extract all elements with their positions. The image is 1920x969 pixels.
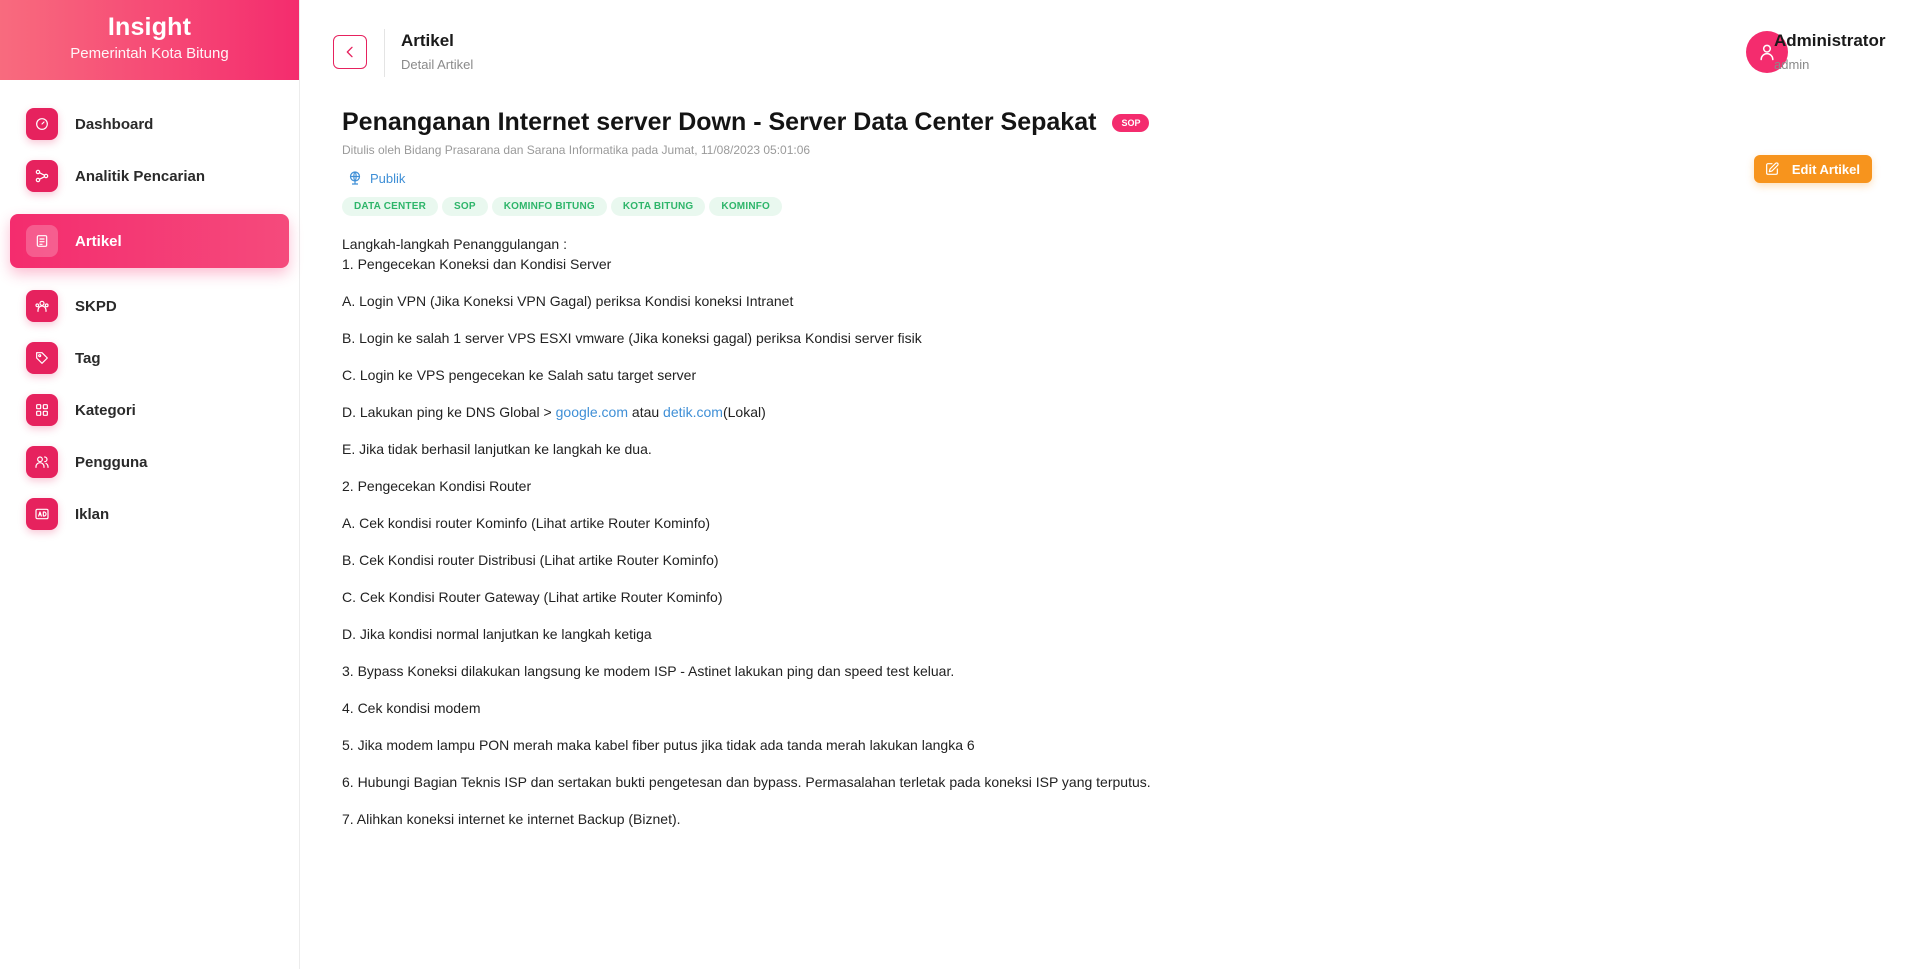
body-line: 3. Bypass Koneksi dilakukan langsung ke … xyxy=(342,663,955,679)
body-line: Langkah-langkah Penanggulangan : xyxy=(342,236,567,252)
sidebar-item-dashboard[interactable]: Dashboard xyxy=(10,98,289,150)
grid-icon xyxy=(26,394,58,426)
link-detik[interactable]: detik.com xyxy=(663,404,723,420)
user-role: admin xyxy=(1774,57,1810,72)
edit-icon xyxy=(1765,162,1779,175)
sidebar-item-artikel[interactable]: Artikel xyxy=(10,214,289,268)
sidebar-item-analitik-pencarian[interactable]: Analitik Pencarian xyxy=(10,150,289,202)
brand-subtitle: Pemerintah Kota Bitung xyxy=(70,45,229,62)
user-name[interactable]: Administrator xyxy=(1774,31,1885,51)
sidebar-item-label: Tag xyxy=(75,349,101,367)
body-line: 6. Hubungi Bagian Teknis ISP dan sertaka… xyxy=(342,774,1151,790)
article-title-row: Penanganan Internet server Down - Server… xyxy=(342,108,1880,137)
sidebar-item-tag[interactable]: Tag xyxy=(10,332,289,384)
body-line: C. Login ke VPS pengecekan ke Salah satu… xyxy=(342,367,697,383)
tag-list: DATA CENTER SOP KOMINFO BITUNG KOTA BITU… xyxy=(342,197,1880,216)
sidebar-item-iklan[interactable]: Iklan xyxy=(10,488,289,540)
sidebar-item-skpd[interactable]: SKPD xyxy=(10,280,289,332)
tag-icon xyxy=(26,342,58,374)
body-line: E. Jika tidak berhasil lanjutkan ke lang… xyxy=(342,441,652,457)
header-divider xyxy=(384,29,385,77)
top-header: Artikel Detail Artikel xyxy=(300,0,1920,100)
sidebar-item-label: Dashboard xyxy=(75,115,154,133)
category-badge: SOP xyxy=(1112,113,1150,132)
article-detail: Penanganan Internet server Down - Server… xyxy=(342,108,1880,829)
ad-icon xyxy=(26,498,58,530)
sidebar: Insight Pemerintah Kota Bitung Dashboard… xyxy=(0,0,300,969)
edit-article-label: Edit Artikel xyxy=(1791,161,1860,177)
body-text: atau xyxy=(628,404,664,420)
article-body: Langkah-langkah Penanggulangan : 1. Peng… xyxy=(342,234,1880,829)
visibility-label: Publik xyxy=(370,170,406,186)
document-icon xyxy=(26,225,58,257)
link-google[interactable]: google.com xyxy=(556,404,628,420)
sidebar-item-pengguna[interactable]: Pengguna xyxy=(10,436,289,488)
sidebar-item-label: Iklan xyxy=(75,505,110,523)
sidebar-item-label: Kategori xyxy=(75,401,136,419)
body-line: 5. Jika modem lampu PON merah maka kabel… xyxy=(342,737,975,753)
share-nodes-icon xyxy=(26,160,58,192)
gauge-icon xyxy=(26,108,58,140)
sidebar-item-label: Artikel xyxy=(75,232,122,250)
tag-chip[interactable]: KOTA BITUNG xyxy=(610,197,706,216)
article-title: Penanganan Internet server Down - Server… xyxy=(342,108,1097,136)
body-line: 4. Cek kondisi modem xyxy=(342,700,481,716)
body-line: 1. Pengecekan Koneksi dan Kondisi Server xyxy=(342,256,612,272)
body-line: C. Cek Kondisi Router Gateway (Lihat art… xyxy=(342,589,723,605)
body-line: 2. Pengecekan Kondisi Router xyxy=(342,478,532,494)
sidebar-item-kategori[interactable]: Kategori xyxy=(10,384,289,436)
back-button[interactable] xyxy=(333,35,367,69)
users-icon xyxy=(26,446,58,478)
tag-chip[interactable]: KOMINFO BITUNG xyxy=(491,197,607,216)
body-line: D. Jika kondisi normal lanjutkan ke lang… xyxy=(342,626,652,642)
page-title: Artikel xyxy=(401,31,454,50)
body-text: (Lokal) xyxy=(722,404,766,420)
users-group-icon xyxy=(26,290,58,322)
visibility-status: Publik xyxy=(342,169,1880,187)
tag-chip[interactable]: DATA CENTER xyxy=(342,197,439,216)
body-line: B. Login ke salah 1 server VPS ESXI vmwa… xyxy=(342,330,922,346)
article-meta: Ditulis oleh Bidang Prasarana dan Sarana… xyxy=(342,143,811,157)
edit-article-button[interactable]: Edit Artikel xyxy=(1753,155,1872,183)
body-text: D. Lakukan ping ke DNS Global > xyxy=(342,404,556,420)
body-line: 7. Alihkan koneksi internet ke internet … xyxy=(342,811,681,827)
sidebar-item-label: Pengguna xyxy=(75,453,148,471)
sidebar-nav: Dashboard Analitik Pencarian Artikel SKP… xyxy=(0,80,299,540)
brand-title: Insight xyxy=(107,13,192,41)
page-subtitle: Detail Artikel xyxy=(401,57,474,72)
body-line: A. Cek kondisi router Kominfo (Lihat art… xyxy=(342,515,711,531)
brand[interactable]: Insight Pemerintah Kota Bitung xyxy=(0,0,299,80)
body-line: A. Login VPN (Jika Koneksi VPN Gagal) pe… xyxy=(342,293,794,309)
tag-chip[interactable]: KOMINFO xyxy=(709,197,783,216)
body-line: B. Cek Kondisi router Distribusi (Lihat … xyxy=(342,552,719,568)
globe-icon xyxy=(349,171,361,185)
body-line: D. Lakukan ping ke DNS Global > google.c… xyxy=(342,402,1880,422)
tag-chip[interactable]: SOP xyxy=(442,197,488,216)
chevron-left-icon xyxy=(346,46,353,58)
sidebar-item-label: SKPD xyxy=(75,297,117,315)
sidebar-item-label: Analitik Pencarian xyxy=(75,167,206,185)
